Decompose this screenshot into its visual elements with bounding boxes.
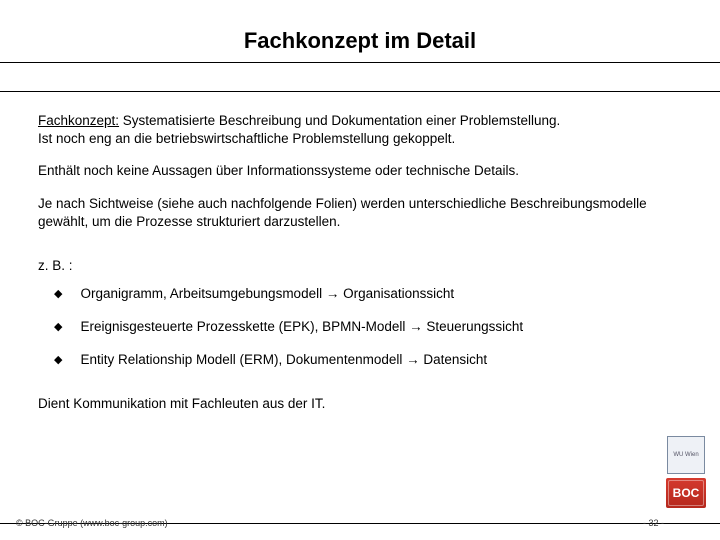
slide-title: Fachkonzept im Detail: [0, 28, 720, 54]
slide: Fachkonzept im Detail Fachkonzept: Syste…: [0, 0, 720, 540]
bullet-icon: ◆: [54, 351, 62, 370]
closing-paragraph: Dient Kommunikation mit Fachleuten aus d…: [38, 395, 682, 413]
bullet-icon: ◆: [54, 285, 62, 304]
title-divider: [0, 62, 720, 92]
footer: © BOC-Gruppe (www.boc-group.com) - 32 -: [0, 523, 720, 528]
paragraph-2: Enthält noch keine Aussagen über Informa…: [38, 162, 682, 180]
paragraph-3: Je nach Sichtweise (siehe auch nachfolge…: [38, 195, 682, 231]
content-area: Fachkonzept: Systematisierte Beschreibun…: [38, 112, 682, 414]
lead-label: Fachkonzept:: [38, 113, 119, 128]
bullet-list: ◆ Organigramm, Arbeitsumgebungsmodell → …: [38, 285, 682, 369]
page-number: - 32 -: [643, 518, 664, 528]
copyright-text: © BOC-Gruppe (www.boc-group.com): [16, 518, 168, 528]
list-item: ◆ Ereignisgesteuerte Prozesskette (EPK),…: [54, 318, 682, 337]
bullet-icon: ◆: [54, 318, 62, 337]
university-logo-icon: WU Wien: [667, 436, 705, 474]
boc-logo-icon: BOC: [666, 478, 706, 508]
example-label: z. B. :: [38, 257, 682, 275]
bullet-text: Organigramm, Arbeitsumgebungsmodell → Or…: [80, 285, 454, 303]
lead-text-2: Ist noch eng an die betriebswirtschaftli…: [38, 131, 455, 146]
lead-text-1: Systematisierte Beschreibung und Dokumen…: [119, 113, 560, 128]
bullet-text: Ereignisgesteuerte Prozesskette (EPK), B…: [80, 318, 523, 336]
bullet-text: Entity Relationship Modell (ERM), Dokume…: [80, 351, 487, 369]
list-item: ◆ Entity Relationship Modell (ERM), Doku…: [54, 351, 682, 370]
lead-paragraph: Fachkonzept: Systematisierte Beschreibun…: [38, 112, 682, 148]
list-item: ◆ Organigramm, Arbeitsumgebungsmodell → …: [54, 285, 682, 304]
